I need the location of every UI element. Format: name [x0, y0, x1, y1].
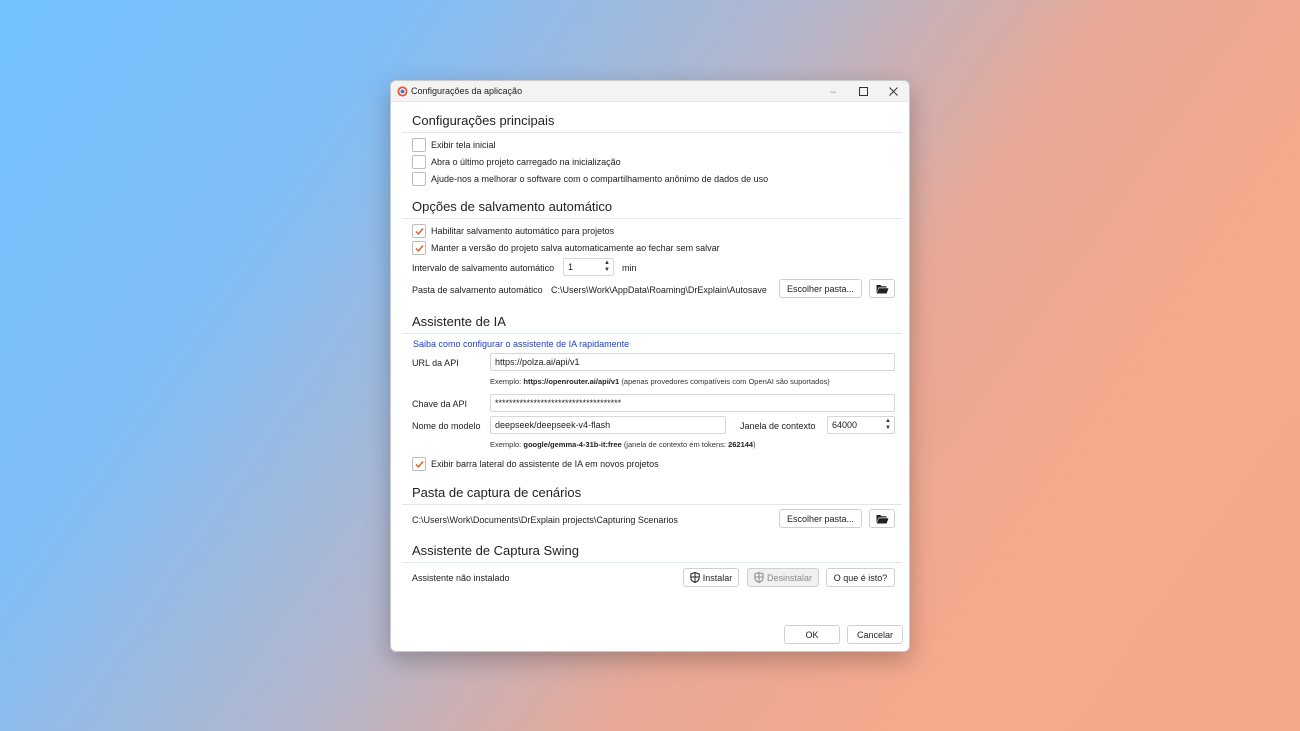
minimize-button[interactable]: –	[818, 81, 848, 102]
context-window-stepper[interactable]: 64000 ▲ ▼	[827, 416, 895, 434]
swing-capture-title: Assistente de Captura Swing	[412, 543, 579, 558]
open-last-project-label: Abra o último projeto carregado na inici…	[431, 157, 621, 167]
uninstall-label: Desinstalar	[766, 572, 813, 583]
api-url-hint: Exemplo: https://openrouter.ai/api/v1 (a…	[490, 377, 830, 386]
spinner-arrows-icon[interactable]: ▲ ▼	[885, 418, 891, 432]
keep-autosaved-version-checkbox[interactable]	[412, 241, 426, 255]
autosave-open-folder-button[interactable]	[869, 279, 895, 298]
ok-label: OK	[805, 629, 819, 640]
ai-setup-help-link[interactable]: Saiba como configurar o assistente de IA…	[413, 339, 629, 349]
api-key-input[interactable]: ************************************	[490, 394, 895, 412]
context-window-value: 64000	[832, 420, 858, 430]
folder-open-icon	[876, 514, 888, 523]
scenario-capture-title: Pasta de captura de cenários	[412, 485, 582, 500]
install-label: Instalar	[702, 572, 733, 583]
keep-autosaved-version-label: Manter a versão do projeto salva automat…	[431, 243, 720, 253]
ai-assistant-title: Assistente de IA	[412, 314, 506, 329]
api-url-hint-example: https://openrouter.ai/api/v1	[523, 377, 620, 386]
what-is-this-button[interactable]: O que é isto?	[826, 568, 895, 587]
autosave-interval-stepper[interactable]: 1 ▲ ▼	[563, 258, 614, 276]
enable-autosave-label: Habilitar salvamento automático para pro…	[431, 226, 615, 236]
model-name-value: deepseek/deepseek-v4-flash	[495, 420, 611, 430]
swing-capture-divider	[402, 562, 902, 563]
checkmark-icon	[415, 245, 424, 253]
api-key-value: ************************************	[495, 398, 622, 408]
shield-icon	[754, 572, 764, 583]
scenario-folder-path: C:\Users\Work\Documents\DrExplain projec…	[412, 515, 678, 525]
cancel-label: Cancelar	[856, 629, 894, 640]
maximize-icon	[858, 87, 868, 96]
model-hint-middle: (janela de contexto em tokens:	[623, 440, 726, 449]
model-name-input[interactable]: deepseek/deepseek-v4-flash	[490, 416, 726, 434]
share-usage-data-label: Ajude-nos a melhorar o software com o co…	[431, 174, 769, 184]
api-url-label: URL da API	[412, 358, 459, 368]
show-ai-sidebar-label: Exibir barra lateral do assistente de IA…	[431, 459, 659, 469]
autosave-choose-folder-button[interactable]: Escolher pasta...	[779, 279, 862, 298]
maximize-button[interactable]	[848, 81, 878, 102]
autosave-title: Opções de salvamento automático	[412, 199, 613, 214]
folder-open-icon	[876, 284, 888, 293]
what-is-this-label: O que é isto?	[833, 572, 888, 583]
model-hint-tokens: 262144	[728, 440, 754, 449]
scenario-capture-divider	[402, 504, 902, 505]
choose-folder-label: Escolher pasta...	[786, 513, 855, 524]
api-url-hint-prefix: Exemplo:	[490, 377, 522, 386]
api-url-hint-suffix: (apenas provedores compatíveis com OpenA…	[621, 377, 830, 386]
spinner-arrows-icon[interactable]: ▲ ▼	[604, 260, 610, 274]
checkmark-icon	[415, 461, 424, 469]
autosave-folder-path: C:\Users\Work\AppData\Roaming\DrExplain\…	[551, 285, 767, 295]
share-usage-data-checkbox[interactable]	[412, 172, 426, 186]
main-settings-title: Configurações principais	[412, 113, 555, 128]
autosave-interval-unit: min	[622, 263, 637, 273]
swing-status-text: Assistente não instalado	[412, 573, 510, 583]
scenario-choose-folder-button[interactable]: Escolher pasta...	[779, 509, 862, 528]
close-icon	[888, 87, 898, 96]
context-window-label: Janela de contexto	[740, 421, 816, 431]
show-start-screen-label: Exibir tela inicial	[431, 140, 496, 150]
enable-autosave-checkbox[interactable]	[412, 224, 426, 238]
autosave-divider	[402, 218, 902, 219]
model-hint: Exemplo: google/gemma-4-31b-it:free (jan…	[490, 440, 756, 449]
scenario-open-folder-button[interactable]	[869, 509, 895, 528]
model-name-label: Nome do modelo	[412, 421, 481, 431]
cancel-button[interactable]: Cancelar	[847, 625, 903, 644]
show-start-screen-checkbox[interactable]	[412, 138, 426, 152]
model-hint-example: google/gemma-4-31b-it:free	[523, 440, 622, 449]
close-button[interactable]	[878, 81, 908, 102]
ok-button[interactable]: OK	[784, 625, 840, 644]
autosave-folder-label: Pasta de salvamento automático	[412, 285, 543, 295]
window-title: Configurações da aplicação	[411, 86, 523, 96]
api-url-value: https://polza.ai/api/v1	[495, 357, 580, 367]
api-key-label: Chave da API	[412, 399, 468, 409]
minimize-icon: –	[829, 85, 837, 98]
show-ai-sidebar-checkbox[interactable]	[412, 457, 426, 471]
model-hint-end: )	[753, 440, 756, 449]
open-last-project-checkbox[interactable]	[412, 155, 426, 169]
checkmark-icon	[415, 228, 424, 236]
model-hint-prefix: Exemplo:	[490, 440, 522, 449]
shield-icon	[690, 572, 700, 583]
autosave-interval-value: 1	[568, 262, 574, 272]
autosave-interval-label: Intervalo de salvamento automático	[412, 263, 555, 273]
settings-dialog: Configurações da aplicação – Configuraçõ…	[390, 80, 910, 652]
install-button[interactable]: Instalar	[683, 568, 739, 587]
ai-assistant-divider	[402, 333, 902, 334]
uninstall-button[interactable]: Desinstalar	[747, 568, 819, 587]
main-settings-divider	[402, 132, 902, 133]
api-url-input[interactable]: https://polza.ai/api/v1	[490, 353, 895, 371]
choose-folder-label: Escolher pasta...	[786, 283, 855, 294]
title-bar[interactable]: Configurações da aplicação –	[391, 81, 909, 102]
app-logo-icon	[397, 86, 408, 97]
